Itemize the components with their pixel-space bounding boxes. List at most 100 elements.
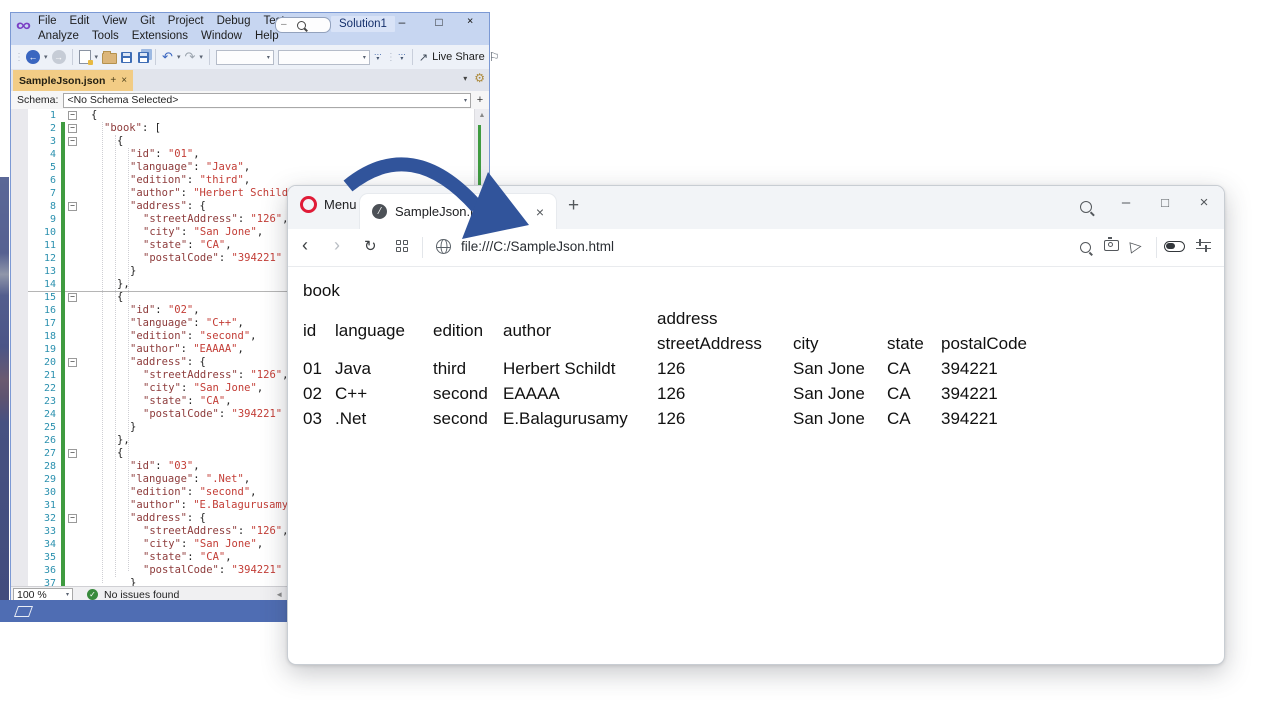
- feedback-flag-icon[interactable]: ⚐: [489, 50, 500, 64]
- editor-columns-icon[interactable]: ⋯▾: [398, 52, 406, 62]
- code-line-3[interactable]: 3−{: [11, 135, 489, 148]
- vs-menu-debug[interactable]: Debug: [217, 15, 251, 27]
- tab-title: SampleJson.html: [395, 204, 495, 219]
- fold-collapse-icon[interactable]: −: [68, 293, 77, 302]
- address-bar-url[interactable]: file:///C:/SampleJson.html: [461, 239, 614, 254]
- code-line-1[interactable]: 1−{: [11, 109, 489, 122]
- split-window-icon[interactable]: +: [471, 94, 489, 106]
- search-icon: [297, 21, 306, 30]
- code-line-2[interactable]: 2−"book": [: [11, 122, 489, 135]
- horizontal-scroll-left-icon[interactable]: ◄: [275, 590, 283, 599]
- table-cell: 01: [303, 356, 335, 381]
- fold-collapse-icon[interactable]: −: [68, 137, 77, 146]
- table-cell: second: [433, 406, 503, 431]
- rendered-page-content: book idlanguageeditionauthoraddressstree…: [303, 271, 1214, 431]
- column-header-id: id: [303, 306, 335, 356]
- new-dropdown-icon[interactable]: ▾: [95, 53, 99, 61]
- scrollbar-up-icon[interactable]: ▲: [475, 109, 489, 122]
- open-folder-icon[interactable]: [102, 53, 117, 64]
- vs-menu-file[interactable]: File: [38, 15, 57, 27]
- vs-menu-row-1: FileEditViewGitProjectDebugTest: [38, 15, 285, 27]
- reload-button[interactable]: ↻: [364, 237, 377, 255]
- fold-collapse-icon[interactable]: −: [68, 124, 77, 133]
- vs-menu-extensions[interactable]: Extensions: [132, 30, 188, 42]
- vs-menu-help[interactable]: Help: [255, 30, 279, 42]
- column-header-author: author: [503, 306, 657, 356]
- site-globe-icon: [436, 239, 451, 254]
- line-number: 2: [28, 122, 58, 135]
- vs-menu-analyze[interactable]: Analyze: [38, 30, 79, 42]
- vs-menu-git[interactable]: Git: [140, 15, 155, 27]
- vs-menu-view[interactable]: View: [102, 15, 127, 27]
- chevron-down-icon: ▾: [363, 54, 366, 61]
- tab-samplejson-html[interactable]: / SampleJson.html ×: [360, 194, 556, 229]
- tab-close-icon[interactable]: ×: [121, 75, 127, 86]
- fold-collapse-icon[interactable]: −: [68, 449, 77, 458]
- configuration-dropdown[interactable]: ▾: [216, 50, 274, 65]
- opera-menu-button[interactable]: Menu: [300, 196, 357, 213]
- undo-button[interactable]: ↶: [162, 49, 173, 65]
- column-group-header-address: address: [657, 306, 1045, 331]
- browser-close-button[interactable]: ×: [1196, 194, 1212, 211]
- vs-quick-search-box[interactable]: –: [275, 17, 331, 33]
- vs-menu-tools[interactable]: Tools: [92, 30, 119, 42]
- share-send-icon[interactable]: ▷: [1129, 236, 1143, 255]
- table-row: 01JavathirdHerbert Schildt126San JoneCA3…: [303, 356, 1045, 381]
- platform-dropdown[interactable]: ▾: [278, 50, 370, 65]
- schema-selector-dropdown[interactable]: <No Schema Selected> ▾: [63, 93, 471, 108]
- live-share-button[interactable]: Live Share: [432, 51, 485, 63]
- issues-status-text: No issues found: [104, 589, 179, 601]
- line-number: 35: [28, 551, 58, 564]
- live-share-icon[interactable]: ↗: [419, 51, 428, 64]
- easy-setup-sliders-icon[interactable]: [1196, 239, 1211, 253]
- toolbar-grip-icon[interactable]: ⋮: [14, 52, 22, 63]
- opera-logo-icon: [300, 196, 317, 213]
- fold-collapse-icon[interactable]: −: [68, 111, 77, 120]
- vs-menu-project[interactable]: Project: [168, 15, 204, 27]
- line-number: 4: [28, 148, 58, 161]
- column-header-edition: edition: [433, 306, 503, 356]
- undo-dropdown-icon[interactable]: ▾: [177, 53, 181, 61]
- forward-button[interactable]: ›: [334, 235, 340, 256]
- vs-maximize-button[interactable]: □: [430, 15, 448, 29]
- vs-document-tab-strip: SampleJson.json + × ▾ ⚙: [11, 69, 489, 91]
- new-tab-button[interactable]: +: [568, 195, 579, 217]
- line-number: 33: [28, 525, 58, 538]
- gear-icon[interactable]: ⚙: [474, 72, 485, 84]
- fold-collapse-icon[interactable]: −: [68, 514, 77, 523]
- back-button[interactable]: ‹: [302, 235, 308, 256]
- back-dropdown-icon[interactable]: ▾: [44, 53, 48, 61]
- browser-minimize-button[interactable]: –: [1118, 194, 1134, 211]
- snapshot-camera-icon[interactable]: [1104, 240, 1119, 251]
- vs-minimize-button[interactable]: –: [393, 15, 411, 29]
- fold-collapse-icon[interactable]: −: [68, 202, 77, 211]
- navigate-forward-button[interactable]: →: [52, 50, 66, 64]
- column-header-state: state: [887, 331, 941, 356]
- navigate-back-button[interactable]: ←: [26, 50, 40, 64]
- vs-menu-edit[interactable]: Edit: [70, 15, 90, 27]
- save-icon[interactable]: [121, 52, 132, 63]
- vs-close-button[interactable]: ×: [467, 15, 485, 28]
- speed-dial-icon[interactable]: [396, 240, 408, 252]
- table-cell: CA: [887, 406, 941, 431]
- editor-columns-icon[interactable]: ⋯▾: [374, 52, 382, 62]
- tab-close-icon[interactable]: ×: [536, 204, 544, 220]
- code-line-4[interactable]: 4"id": "01",: [11, 148, 489, 161]
- document-list-dropdown-icon[interactable]: ▾: [463, 74, 467, 83]
- zoom-page-icon[interactable]: [1080, 240, 1091, 258]
- table-cell: 394221: [941, 406, 1045, 431]
- save-all-icon[interactable]: [138, 52, 149, 63]
- redo-dropdown-icon[interactable]: ▾: [199, 53, 203, 61]
- tab-samplejson-json[interactable]: SampleJson.json + ×: [13, 70, 133, 91]
- fold-collapse-icon[interactable]: −: [68, 358, 77, 367]
- pin-icon[interactable]: +: [110, 75, 116, 86]
- browser-search-icon[interactable]: [1080, 200, 1092, 218]
- line-number: 7: [28, 187, 58, 200]
- browser-maximize-button[interactable]: □: [1157, 195, 1173, 210]
- vs-menu-window[interactable]: Window: [201, 30, 242, 42]
- toggle-switch-icon[interactable]: [1164, 241, 1185, 252]
- redo-button[interactable]: ↷: [184, 49, 195, 65]
- code-line-5[interactable]: 5"language": "Java",: [11, 161, 489, 174]
- schema-label: Schema:: [17, 94, 58, 106]
- new-project-icon[interactable]: [79, 50, 91, 64]
